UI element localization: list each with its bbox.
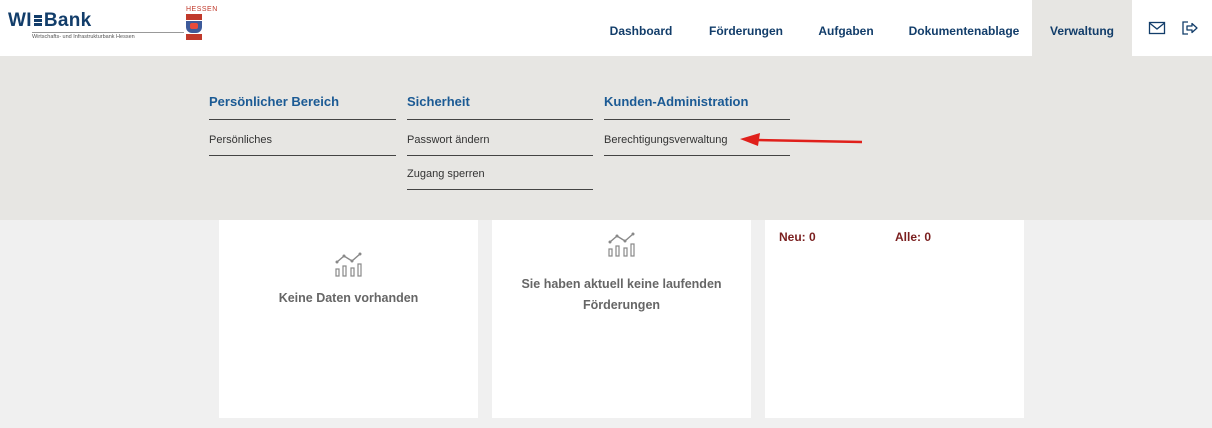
menu-link-berechtigungsverwaltung[interactable]: Berechtigungsverwaltung [604, 134, 728, 146]
divider [209, 119, 396, 120]
logo-bars-icon [33, 14, 42, 27]
chart-icon [608, 232, 635, 257]
menu-title-persoenlicher-bereich: Persönlicher Bereich [209, 94, 340, 109]
menu-link-passwort-aendern[interactable]: Passwort ändern [407, 134, 490, 146]
menu-link-persoenliches[interactable]: Persönliches [209, 134, 272, 146]
logo-text-bank: Bank [43, 10, 92, 31]
wibank-logo[interactable]: WI Bank Wirtschafts- und Infrastrukturban… [8, 10, 184, 46]
nav-dokumentenablage[interactable]: Dokumentenablage [900, 0, 1028, 56]
nav-dashboard[interactable]: Dashboard [596, 0, 686, 56]
crest-icon [186, 21, 202, 33]
top-header: WI Bank Wirtschafts- und Infrastrukturban… [0, 0, 1212, 56]
logo-text-wi: WI [8, 10, 32, 31]
menu-title-sicherheit: Sicherheit [407, 94, 470, 109]
divider [604, 119, 790, 120]
hessen-crest-logo: HESSEN [186, 6, 226, 46]
empty-state-text: Keine Daten vorhanden [278, 291, 419, 305]
tasks-new-count[interactable]: Neu: 0 [779, 230, 816, 244]
logo-wordmark: WI Bank [8, 10, 91, 32]
dashboard-card-foerderungen: Sie haben aktuell keine laufenden Förder… [492, 220, 751, 418]
logo-subtitle: Wirtschafts- und Infrastrukturbank Hesse… [32, 32, 184, 40]
nav-aufgaben[interactable]: Aufgaben [808, 0, 884, 56]
nav-foerderungen[interactable]: Förderungen [698, 0, 794, 56]
divider [604, 155, 790, 156]
hessen-label: HESSEN [186, 6, 218, 13]
divider [407, 189, 593, 190]
dashboard-card-data: Keine Daten vorhanden [219, 220, 478, 418]
divider [407, 119, 593, 120]
empty-state-text-line1: Sie haben aktuell keine laufenden [521, 277, 722, 291]
annotation-arrow-icon [740, 133, 863, 146]
chart-icon [335, 252, 362, 277]
flag-stripe-red [186, 14, 202, 20]
tasks-all-count[interactable]: Alle: 0 [895, 230, 931, 244]
divider [407, 155, 593, 156]
verwaltung-dropdown-menu: Persönlicher Bereich Persönliches Sicher… [0, 56, 1212, 220]
dashboard-card-tasks: Neu: 0 Alle: 0 [765, 220, 1024, 418]
logout-icon[interactable] [1181, 20, 1199, 36]
menu-link-zugang-sperren[interactable]: Zugang sperren [407, 168, 485, 180]
mail-icon[interactable] [1148, 20, 1166, 36]
divider [209, 155, 396, 156]
flag-stripe-red-bottom [186, 34, 202, 40]
nav-verwaltung[interactable]: Verwaltung [1032, 0, 1132, 56]
empty-state-text-line2: Förderungen [582, 298, 661, 312]
menu-title-kunden-administration: Kunden-Administration [604, 94, 749, 109]
